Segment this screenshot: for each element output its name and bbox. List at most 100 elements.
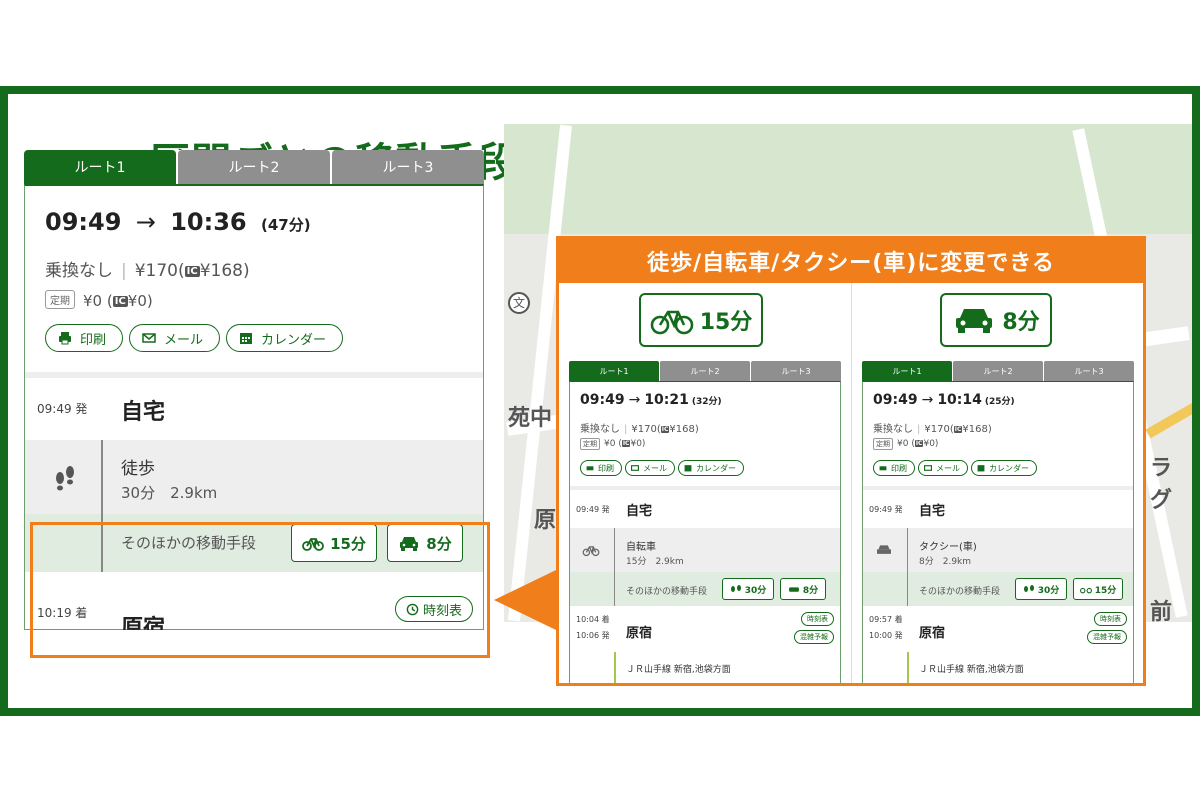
transfer-count: 乗換なし xyxy=(45,261,113,281)
bicycle-icon xyxy=(302,538,324,551)
mini-stop-name: 原宿 xyxy=(919,626,946,641)
timetable-button[interactable]: 時刻表 xyxy=(394,596,473,622)
mail-label: メール xyxy=(164,332,204,348)
mini-stop-time: 09:49 発 xyxy=(869,505,903,514)
teiki-badge: 定期 xyxy=(45,290,75,309)
mini-dep-time: 10:00 発 xyxy=(869,631,903,640)
mini-tab-route-3[interactable]: ルート3 xyxy=(751,361,841,381)
mini-other-label: そのほかの移動手段 xyxy=(919,587,1001,597)
mini-congestion-button[interactable]: 混雑予報 xyxy=(794,630,834,644)
callout-title: 徒歩/自転車/タクシー(車)に変更できる xyxy=(559,239,1143,283)
bicycle-icon xyxy=(582,546,600,557)
car-icon xyxy=(788,587,799,592)
ic-fare: ¥168) xyxy=(199,261,250,281)
map-label: 苑中 xyxy=(508,406,553,431)
mail-button[interactable]: メール xyxy=(129,324,221,352)
mini-tab-route-1[interactable]: ルート1 xyxy=(569,361,659,381)
callout-pointer xyxy=(494,570,556,630)
callout-panel: 徒歩/自転車/タクシー(車)に変更できる 15分 ルート1 ルート2 ルート3 … xyxy=(556,236,1146,686)
train-line-bar xyxy=(614,652,616,683)
footprints-icon xyxy=(1023,585,1034,592)
bicycle-option-button[interactable]: 15分 xyxy=(291,524,377,562)
mini-walk-option-button[interactable]: 30分 xyxy=(1015,578,1067,600)
mini-tab-route-2[interactable]: ルート2 xyxy=(660,361,750,381)
mini-opt2-time: 8分 xyxy=(802,585,819,596)
mini-body: 09:49 → 10:21 (32分) 乗換なし | ¥170(IC¥168) 定期 ¥0 … xyxy=(569,381,841,683)
bicycle-icon xyxy=(650,310,693,335)
calendar-icon xyxy=(977,465,985,472)
car-mode-label: 8分 xyxy=(940,293,1052,347)
mini-calendar-label: カレンダー xyxy=(989,463,1029,473)
mini-actions: 印刷 メール カレンダー xyxy=(873,460,1037,476)
printer-icon xyxy=(879,466,887,471)
mini-arrow: → xyxy=(628,392,641,408)
mini-mode-name: 自転車 xyxy=(626,542,656,553)
mini-mail-label: メール xyxy=(936,463,960,473)
mini-congestion-button[interactable]: 混雑予報 xyxy=(1087,630,1127,644)
mode-name: 徒歩 xyxy=(121,459,155,479)
mini-walk-option-button[interactable]: 30分 xyxy=(722,578,774,600)
map-label: 前 xyxy=(1150,600,1173,622)
stop-name: 自宅 xyxy=(121,400,166,425)
depart-time: 09:49 xyxy=(45,208,122,236)
route-body: 09:49 → 10:36 (47分) 乗換なし | ¥170(IC ¥168) 定期… xyxy=(24,184,484,630)
mini-teiki: 定期 ¥0 (IC¥0) xyxy=(580,438,645,450)
print-button[interactable]: 印刷 xyxy=(45,324,124,352)
clock-icon xyxy=(406,603,419,615)
mini-calendar-button[interactable]: カレンダー xyxy=(971,460,1037,476)
mini-opt2-time: 15分 xyxy=(1094,585,1117,596)
mini-fare: 乗換なし | ¥170(IC¥168) xyxy=(873,424,992,435)
mini-seg-top xyxy=(570,528,840,572)
calendar-button[interactable]: カレンダー xyxy=(226,324,344,352)
duration: (47分) xyxy=(261,216,311,234)
bicycle-option-time: 15分 xyxy=(330,534,366,553)
mini-bicycle-option-button[interactable]: 15分 xyxy=(1073,578,1123,600)
mini-divider xyxy=(570,486,840,490)
tab-route-3[interactable]: ルート3 xyxy=(332,150,484,184)
mini-mail-button[interactable]: メール xyxy=(625,460,675,476)
printer-icon xyxy=(59,332,71,345)
mini-teiki-ic: ¥0) xyxy=(923,439,939,449)
stop-time: 09:49 発 xyxy=(37,402,88,416)
mini-print-button[interactable]: 印刷 xyxy=(873,460,915,476)
mini-print-button[interactable]: 印刷 xyxy=(580,460,622,476)
mail-icon xyxy=(142,333,156,343)
footprints-icon xyxy=(56,466,74,491)
bicycle-icon xyxy=(1079,587,1092,594)
mini-tab-route-1[interactable]: ルート1 xyxy=(862,361,952,381)
ic-card-icon: IC xyxy=(112,296,128,307)
mail-icon xyxy=(924,465,932,471)
mini-teiki-fare: ¥0 ( xyxy=(604,439,622,449)
mini-route-line xyxy=(614,528,615,606)
mini-actions: 印刷 メール カレンダー xyxy=(580,460,744,476)
tab-route-2[interactable]: ルート2 xyxy=(178,150,330,184)
route-card: ルート1 ルート2 ルート3 09:49 → 10:36 (47分) 乗換なし |… xyxy=(24,150,484,630)
mini-depart: 09:49 xyxy=(873,392,918,408)
mini-route-line xyxy=(907,528,908,606)
segment-info-bg xyxy=(25,440,483,514)
stop-time: 10:19 着 xyxy=(37,606,88,620)
mini-timetable-button[interactable]: 時刻表 xyxy=(1094,612,1127,626)
mini-fare: 乗換なし | ¥170(IC¥168) xyxy=(580,424,699,435)
timetable-label: 時刻表 xyxy=(422,603,462,619)
mini-tab-route-3[interactable]: ルート3 xyxy=(1044,361,1134,381)
print-label: 印刷 xyxy=(80,332,107,348)
car-option-button[interactable]: 8分 xyxy=(387,524,463,562)
mini-teiki-badge: 定期 xyxy=(873,438,893,450)
other-modes-label: そのほかの移動手段 xyxy=(121,534,257,552)
mini-stop-time: 09:49 発 xyxy=(576,505,610,514)
fare-line: 乗換なし | ¥170(IC ¥168) xyxy=(45,261,250,281)
tab-route-1[interactable]: ルート1 xyxy=(24,150,176,184)
mini-tab-route-2[interactable]: ルート2 xyxy=(953,361,1043,381)
mini-calendar-button[interactable]: カレンダー xyxy=(678,460,744,476)
mini-timetable-button[interactable]: 時刻表 xyxy=(801,612,834,626)
map-label: 原 xyxy=(534,508,557,533)
stop-origin: 09:49 発 自宅 xyxy=(25,378,483,438)
mini-mail-button[interactable]: メール xyxy=(918,460,968,476)
mini-fare-value: ¥170( xyxy=(631,424,661,435)
mini-car-option-button[interactable]: 8分 xyxy=(780,578,826,600)
mini-transfer: 乗換なし xyxy=(580,424,620,435)
calendar-label: カレンダー xyxy=(261,332,327,348)
route-time: 09:49 → 10:36 (47分) xyxy=(45,208,311,236)
mini-other-label: そのほかの移動手段 xyxy=(626,587,708,597)
